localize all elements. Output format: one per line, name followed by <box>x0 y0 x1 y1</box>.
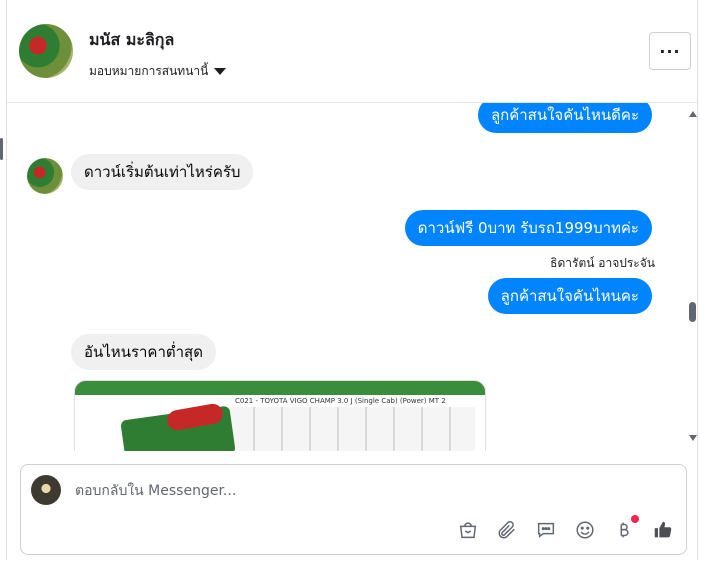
message-bubble-outgoing: ลูกค้าสนใจคันไหนคะ <box>487 278 652 314</box>
image-caption: C021 - TOYOTA VIGO CHAMP 3.0 J (Single C… <box>235 397 446 405</box>
message-bubble-outgoing: ลูกค้าสนใจคันไหนดีคะ <box>477 103 652 133</box>
message-bubble-incoming: ดาวน์เริ่มต้นเท่าไหร่ครับ <box>71 154 254 190</box>
scrollbar[interactable] <box>687 103 699 451</box>
notification-dot <box>631 515 639 523</box>
contact-name[interactable]: มนัส มะลิกุล <box>89 28 174 53</box>
shared-image-attachment[interactable]: C021 - TOYOTA VIGO CHAMP 3.0 J (Single C… <box>74 380 486 451</box>
contact-avatar[interactable] <box>19 24 73 78</box>
message-bubble-incoming: อันไหนราคาต่ำสุด <box>71 334 216 370</box>
scroll-up-arrow-icon[interactable] <box>689 111 697 117</box>
like-icon[interactable] <box>650 517 676 543</box>
more-options-button[interactable]: ··· <box>649 32 691 70</box>
page-avatar <box>31 475 61 505</box>
assign-label: มอบหมายการสนทนานี้ <box>89 64 209 78</box>
reply-input[interactable] <box>73 479 637 503</box>
scrollbar-thumb[interactable] <box>689 302 696 322</box>
window-edge-handle <box>0 138 3 160</box>
image-photo <box>225 407 475 451</box>
image-banner <box>75 381 485 395</box>
contact-avatar-small[interactable] <box>27 158 63 194</box>
caret-down-icon <box>214 68 227 75</box>
composer-toolbar <box>455 515 676 543</box>
paperclip-icon[interactable] <box>494 517 520 543</box>
scroll-down-arrow-icon[interactable] <box>689 435 697 441</box>
sender-name: ธิดารัตน์ อาจประจัน <box>550 256 655 270</box>
conversation-header: มนัส มะลิกุล มอบหมายการสนทนานี้ ··· <box>7 0 697 103</box>
reply-composer <box>20 464 687 555</box>
assign-conversation-dropdown[interactable]: มอบหมายการสนทนานี้ <box>89 62 227 81</box>
emoji-icon[interactable] <box>572 517 598 543</box>
message-thread[interactable]: ลูกค้าสนใจคันไหนดีคะ ดาวน์เริ่มต้นเท่าไห… <box>7 103 699 451</box>
baht-icon[interactable] <box>611 515 639 543</box>
chat-icon[interactable] <box>533 517 559 543</box>
conversation-panel: มนัส มะลิกุล มอบหมายการสนทนานี้ ··· ลูกค… <box>6 0 698 560</box>
bag-icon[interactable] <box>455 517 481 543</box>
message-bubble-outgoing: ดาวน์ฟรี 0บาท รับรถ1999บาทค่ะ <box>404 210 652 246</box>
